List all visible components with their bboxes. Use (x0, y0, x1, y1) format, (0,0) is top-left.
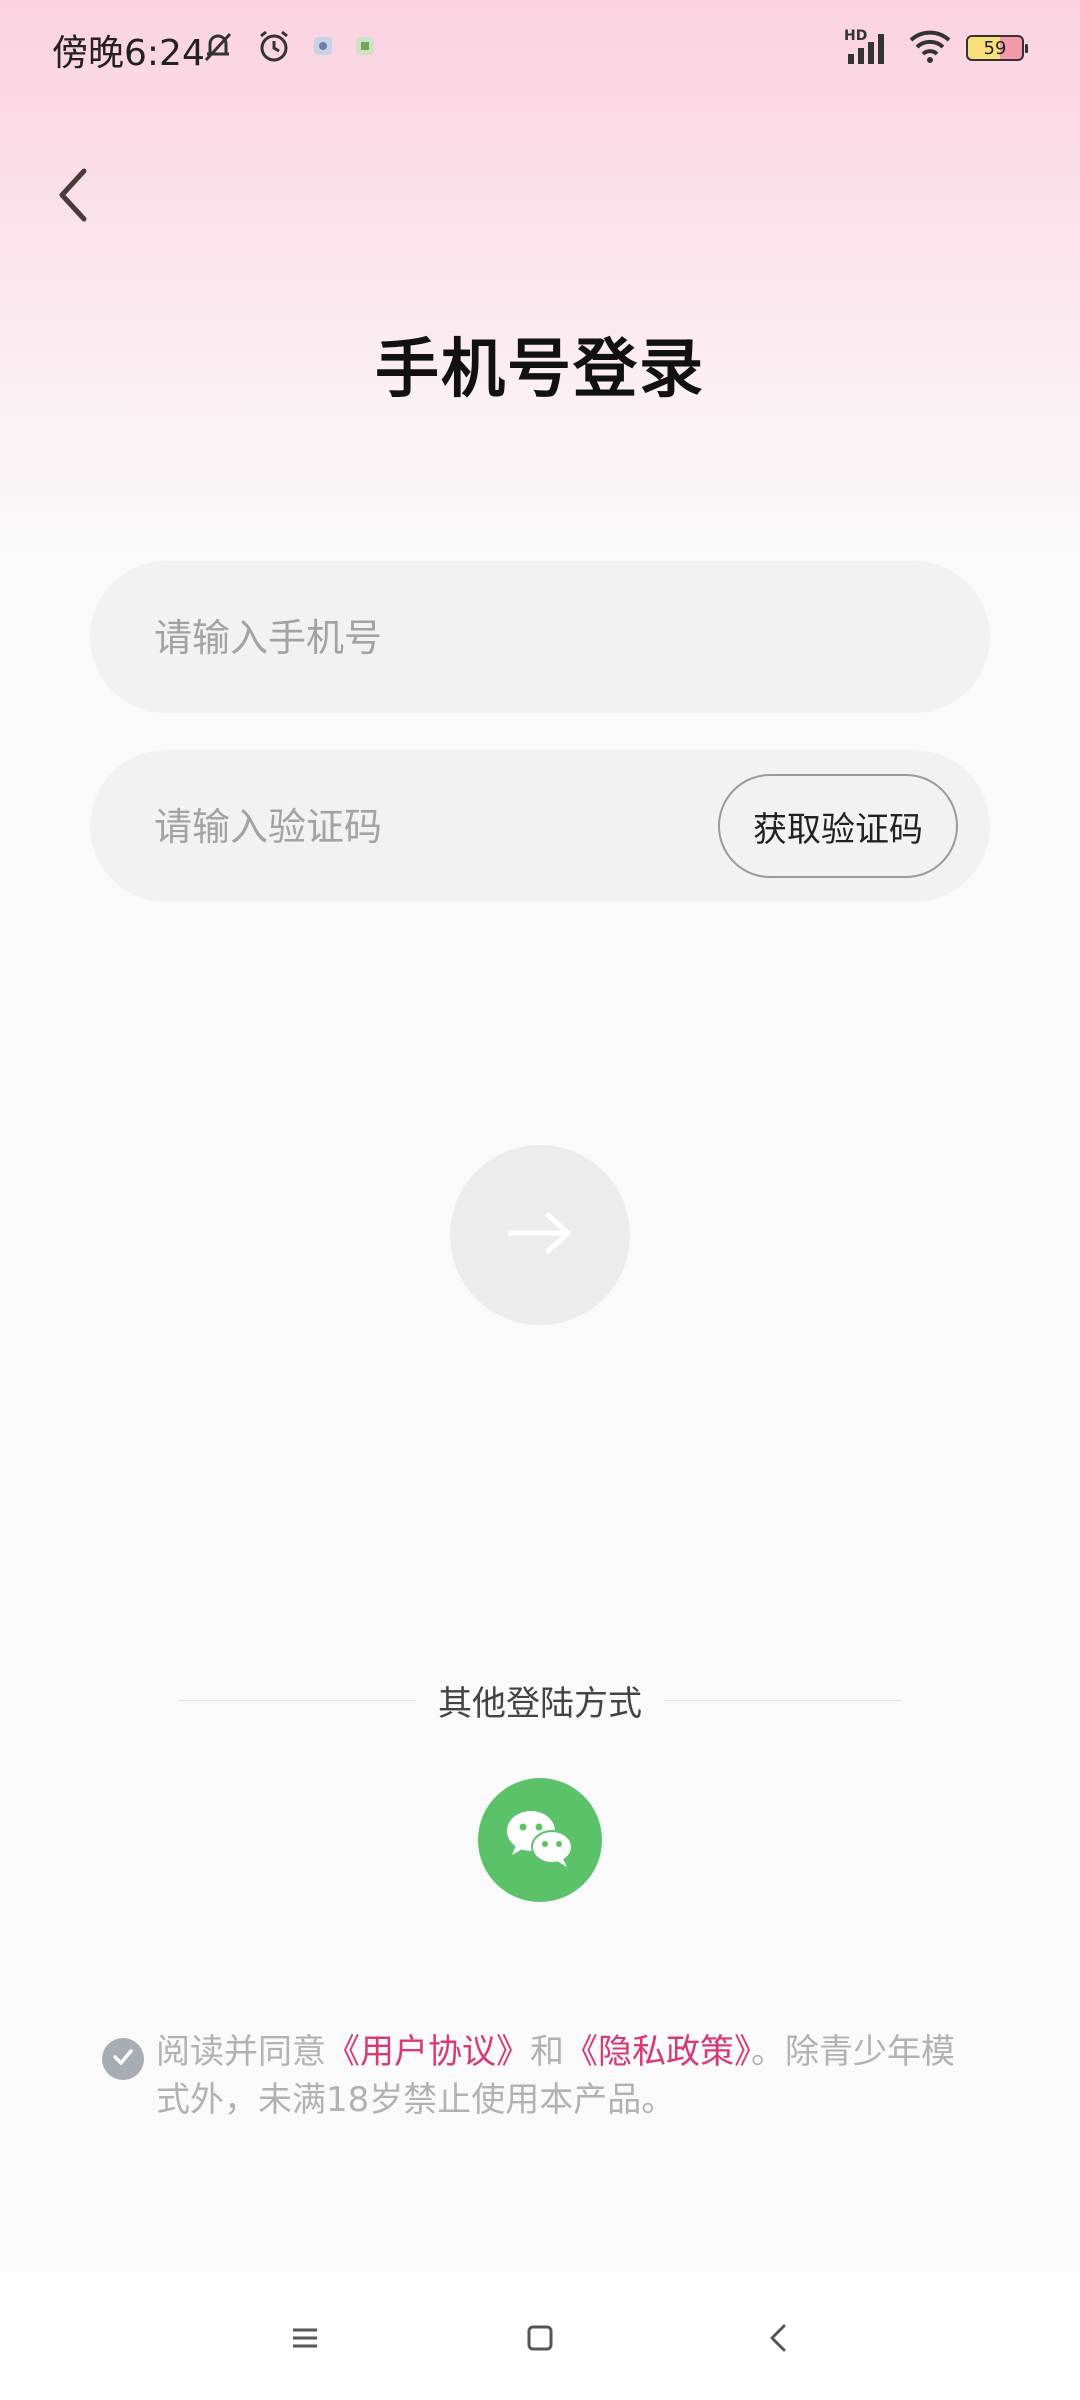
divider-line-right (664, 1699, 902, 1701)
battery-icon: 59 (966, 35, 1028, 61)
nav-back-button[interactable] (748, 2310, 808, 2370)
agreement-text: 阅读并同意《用户协议》和《隐私政策》。除青少年模式外，未满18岁禁止使用本产品。 (156, 2028, 956, 2124)
wechat-login-button[interactable] (478, 1778, 602, 1902)
status-icons-left (198, 26, 378, 70)
mute-bell-icon (198, 26, 238, 70)
app-notification-icon (310, 33, 336, 63)
alarm-icon (254, 26, 294, 70)
other-login-label: 其他登陆方式 (438, 1683, 642, 1724)
check-icon (109, 2043, 137, 2075)
agreement-prefix: 阅读并同意 (156, 2032, 326, 2072)
agreement-and: 和 (530, 2032, 564, 2072)
submit-button[interactable] (450, 1145, 630, 1325)
battery-level: 59 (983, 37, 1007, 59)
page-title: 手机号登录 (375, 333, 705, 407)
nav-home-button[interactable] (510, 2310, 570, 2370)
get-code-button[interactable]: 获取验证码 (718, 774, 958, 878)
privacy-policy-link[interactable]: 《隐私政策》 (564, 2032, 751, 2072)
system-nav-bar (0, 2272, 1080, 2400)
signal-icon: HD (844, 28, 894, 68)
status-icons-right: HD 59 (844, 26, 1028, 70)
arrow-right-icon (504, 1209, 576, 1261)
chevron-left-icon (54, 165, 94, 229)
divider-line-left (178, 1699, 416, 1701)
menu-icon (289, 2324, 321, 2356)
user-agreement-link[interactable]: 《用户协议》 (326, 2032, 530, 2072)
app-notification-icon (352, 33, 378, 63)
status-bar: 傍晚6:24 HD 59 (0, 0, 1080, 100)
back-icon (764, 2322, 792, 2358)
phone-input[interactable] (152, 561, 716, 715)
nav-menu-button[interactable] (275, 2310, 335, 2370)
wifi-icon (908, 28, 952, 68)
code-input-container: 获取验证码 (90, 750, 990, 904)
phone-input-container (90, 561, 990, 715)
code-input[interactable] (152, 750, 716, 904)
back-button[interactable] (44, 162, 104, 232)
wechat-icon (500, 1803, 580, 1877)
other-login-divider: 其他登陆方式 (178, 1670, 902, 1730)
agree-checkbox[interactable] (102, 2038, 144, 2080)
status-time: 傍晚6:24 (52, 33, 205, 74)
home-icon (524, 2322, 556, 2358)
